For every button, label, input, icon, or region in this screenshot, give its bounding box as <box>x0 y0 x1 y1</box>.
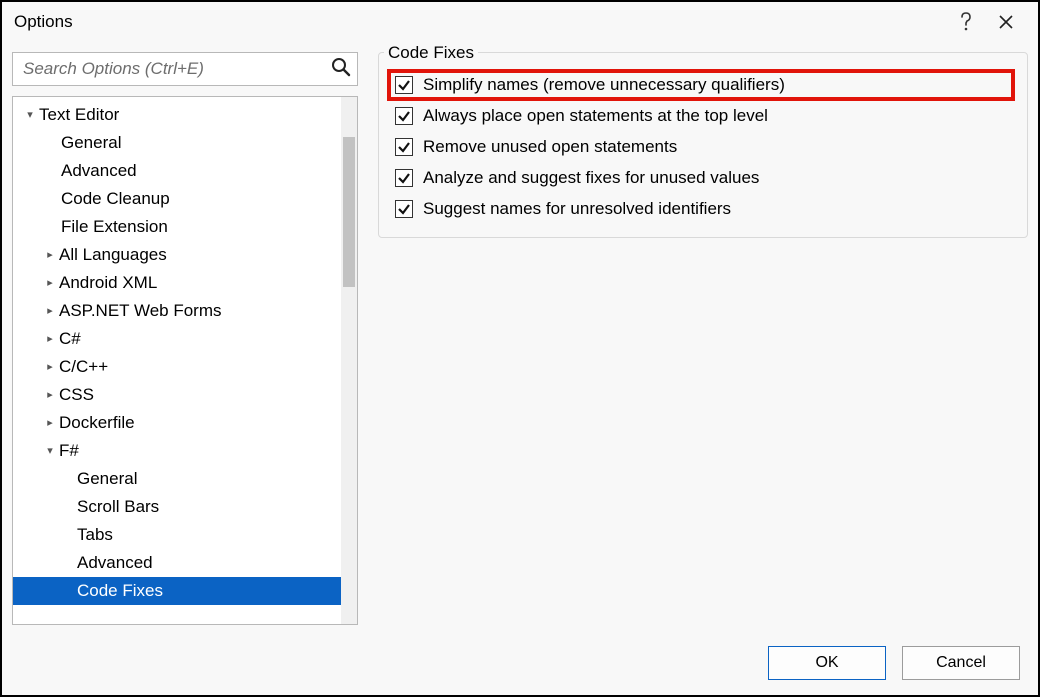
search-box[interactable] <box>12 52 358 86</box>
tree-item-label: Dockerfile <box>59 409 135 437</box>
checkbox[interactable] <box>395 107 413 125</box>
tree-item-label: Code Fixes <box>77 577 163 605</box>
tree-item[interactable]: ▸ASP.NET Web Forms <box>13 297 341 325</box>
tree-item[interactable]: Code Cleanup <box>13 185 341 213</box>
tree-item[interactable]: Scroll Bars <box>13 493 341 521</box>
tree-item-label: General <box>61 129 121 157</box>
tree-scrollbar[interactable] <box>341 97 357 624</box>
close-button[interactable] <box>986 2 1026 42</box>
dialog-footer: OK Cancel <box>2 631 1038 695</box>
option-row[interactable]: Simplify names (remove unnecessary quali… <box>391 73 1011 97</box>
code-fixes-group: Code Fixes Simplify names (remove unnece… <box>378 52 1028 238</box>
option-label: Always place open statements at the top … <box>423 106 768 126</box>
tree-item-label: ASP.NET Web Forms <box>59 297 222 325</box>
tree-item-label: Scroll Bars <box>77 493 159 521</box>
tree-item[interactable]: ▸Dockerfile <box>13 409 341 437</box>
option-label: Remove unused open statements <box>423 137 677 157</box>
tree-item[interactable]: File Extension <box>13 213 341 241</box>
tree-item[interactable]: Code Fixes <box>13 577 341 605</box>
tree-item[interactable]: Advanced <box>13 549 341 577</box>
option-row[interactable]: Suggest names for unresolved identifiers <box>395 197 1011 221</box>
tree-item[interactable]: General <box>13 129 341 157</box>
category-tree: ▾Text EditorGeneralAdvancedCode CleanupF… <box>12 96 358 625</box>
tree-item[interactable]: ▸CSS <box>13 381 341 409</box>
tree-item-label: File Extension <box>61 213 168 241</box>
checkbox[interactable] <box>395 76 413 94</box>
tree-item[interactable]: ▸C# <box>13 325 341 353</box>
chevron-right-icon[interactable]: ▸ <box>43 241 57 269</box>
option-label: Suggest names for unresolved identifiers <box>423 199 731 219</box>
chevron-down-icon[interactable]: ▾ <box>23 101 37 129</box>
tree-item-label: Code Cleanup <box>61 185 170 213</box>
checkbox[interactable] <box>395 138 413 156</box>
option-row[interactable]: Analyze and suggest fixes for unused val… <box>395 166 1011 190</box>
search-icon <box>331 57 351 82</box>
tree-item[interactable]: General <box>13 465 341 493</box>
tree-item-label: Advanced <box>77 549 153 577</box>
chevron-right-icon[interactable]: ▸ <box>43 269 57 297</box>
tree-item-label: Android XML <box>59 269 157 297</box>
tree-item[interactable]: ▾F# <box>13 437 341 465</box>
option-label: Simplify names (remove unnecessary quali… <box>423 75 785 95</box>
option-label: Analyze and suggest fixes for unused val… <box>423 168 759 188</box>
tree-item-label: CSS <box>59 381 94 409</box>
tree-item-label: All Languages <box>59 241 167 269</box>
tree-item[interactable]: Tabs <box>13 521 341 549</box>
tree-item[interactable]: ▸Android XML <box>13 269 341 297</box>
checkbox[interactable] <box>395 200 413 218</box>
tree-item-label: General <box>77 465 137 493</box>
cancel-button[interactable]: Cancel <box>902 646 1020 680</box>
window-title: Options <box>14 12 73 32</box>
chevron-right-icon[interactable]: ▸ <box>43 409 57 437</box>
tree-item-label: Text Editor <box>39 101 119 129</box>
tree-item[interactable]: ▸All Languages <box>13 241 341 269</box>
chevron-down-icon[interactable]: ▾ <box>43 437 57 465</box>
tree-item[interactable]: ▾Text Editor <box>13 101 341 129</box>
option-row[interactable]: Always place open statements at the top … <box>395 104 1011 128</box>
tree-item-label: C# <box>59 325 81 353</box>
chevron-right-icon[interactable]: ▸ <box>43 325 57 353</box>
tree-item-label: C/C++ <box>59 353 108 381</box>
scrollbar-thumb[interactable] <box>343 137 355 287</box>
chevron-right-icon[interactable]: ▸ <box>43 381 57 409</box>
chevron-right-icon[interactable]: ▸ <box>43 297 57 325</box>
tree-item-label: Tabs <box>77 521 113 549</box>
group-label: Code Fixes <box>384 43 478 63</box>
tree-item[interactable]: ▸C/C++ <box>13 353 341 381</box>
help-button[interactable] <box>946 2 986 42</box>
search-input[interactable] <box>21 58 331 80</box>
tree-item-label: Advanced <box>61 157 137 185</box>
ok-button[interactable]: OK <box>768 646 886 680</box>
option-row[interactable]: Remove unused open statements <box>395 135 1011 159</box>
chevron-right-icon[interactable]: ▸ <box>43 353 57 381</box>
checkbox[interactable] <box>395 169 413 187</box>
tree-item[interactable]: Advanced <box>13 157 341 185</box>
title-bar: Options <box>2 2 1038 42</box>
tree-item-label: F# <box>59 437 79 465</box>
